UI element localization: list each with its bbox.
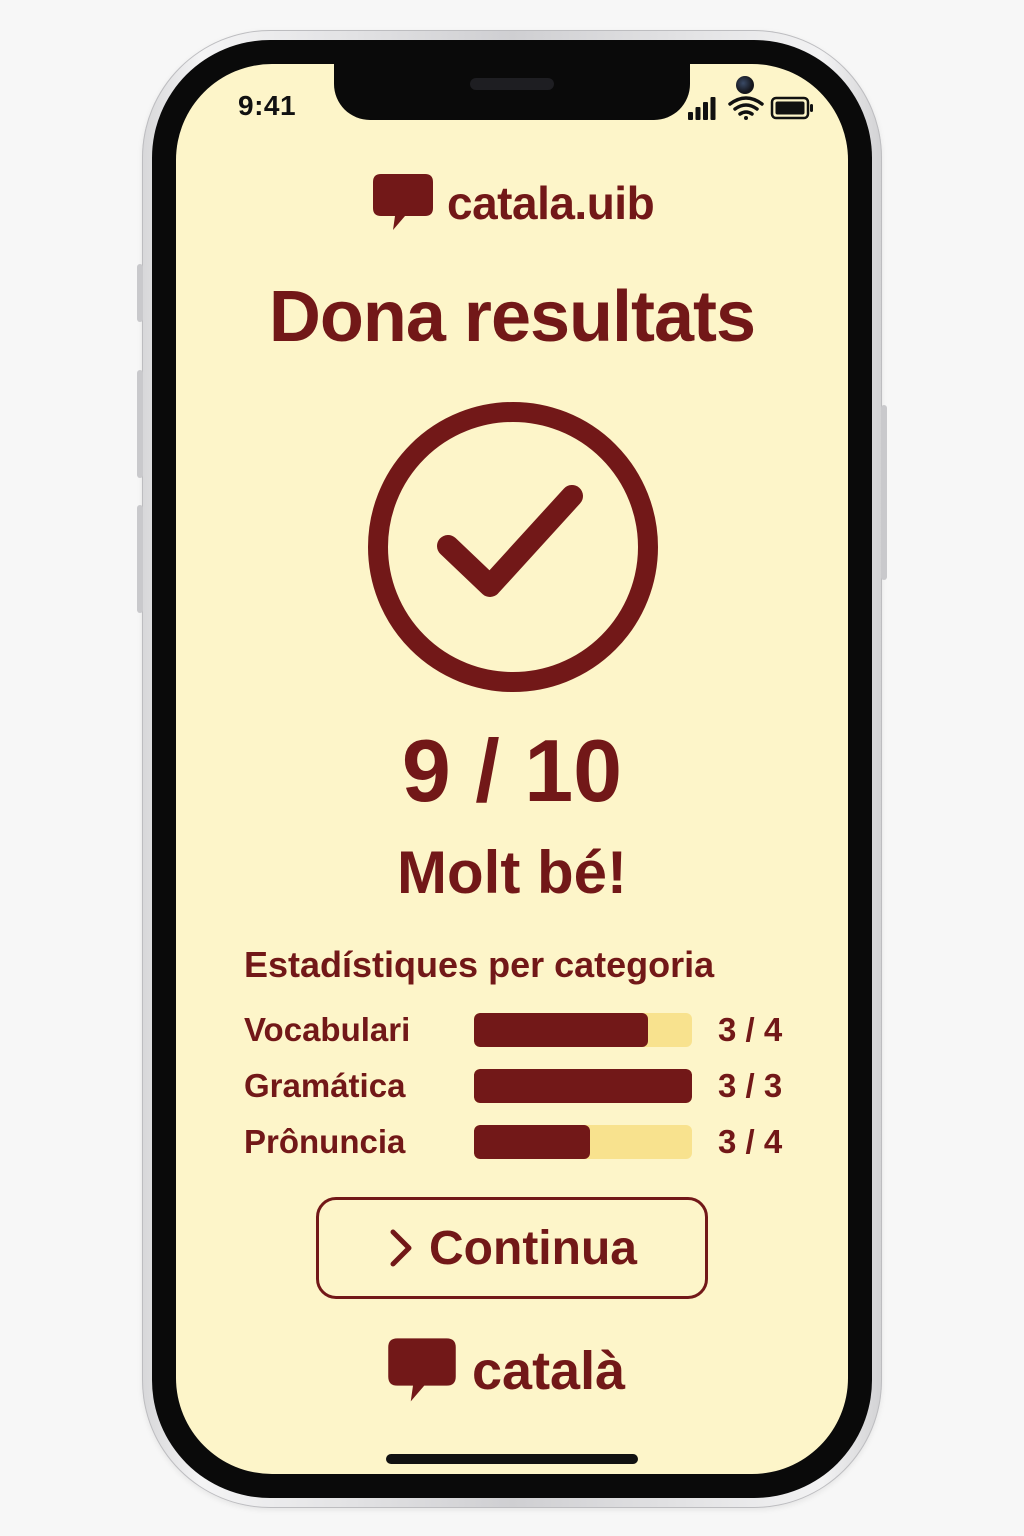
phone-screen: 9:41 catala.uib Dona resultats 9 / 10 Mo… bbox=[176, 64, 848, 1474]
stat-label: Gramática bbox=[244, 1067, 406, 1104]
status-time: 9:41 bbox=[238, 90, 297, 121]
volume-down-button bbox=[137, 505, 143, 613]
stat-row-gramatica: Gramática 3 / 3 bbox=[244, 1066, 804, 1106]
stat-value: 3 / 4 bbox=[718, 1123, 783, 1160]
mute-switch bbox=[137, 264, 143, 322]
signal-icon bbox=[688, 97, 716, 120]
stat-bar-track bbox=[474, 1013, 692, 1047]
stat-row-vocabulari: Vocabulari 3 / 4 bbox=[244, 1010, 804, 1050]
stat-bar-fill bbox=[474, 1069, 692, 1103]
speech-bubble-icon bbox=[388, 1338, 456, 1402]
score: 9 / 10 bbox=[401, 721, 623, 820]
stat-label: Prônuncia bbox=[244, 1123, 406, 1160]
verdict-text: Molt bé! bbox=[397, 839, 627, 906]
volume-up-button bbox=[137, 370, 143, 478]
battery-icon bbox=[770, 96, 813, 120]
stat-bar-track bbox=[474, 1125, 692, 1159]
brand-logo-top: catala.uib bbox=[371, 168, 655, 238]
front-camera bbox=[736, 76, 754, 94]
speaker-grille bbox=[470, 78, 554, 90]
page-title: Dona resultats bbox=[268, 277, 756, 357]
brand-name-bottom: català bbox=[472, 1341, 626, 1401]
brand-logo-bottom: català bbox=[386, 1336, 625, 1406]
continue-button[interactable]: Continua bbox=[316, 1197, 708, 1299]
power-button bbox=[881, 405, 887, 580]
brand-name: catala.uib bbox=[447, 177, 655, 229]
stat-bar-fill bbox=[474, 1125, 590, 1159]
chevron-right-icon bbox=[390, 1229, 412, 1267]
stat-value: 3 / 4 bbox=[718, 1011, 783, 1048]
status-icons bbox=[688, 96, 813, 120]
stat-value: 3 / 3 bbox=[718, 1067, 783, 1104]
notch bbox=[334, 64, 754, 120]
stat-row-pronuncia: Prônuncia 3 / 4 bbox=[244, 1122, 804, 1162]
wifi-icon bbox=[728, 96, 764, 120]
stat-bar-fill bbox=[474, 1013, 649, 1047]
stats-heading: Estadístiques per categoria bbox=[244, 944, 715, 985]
home-indicator[interactable] bbox=[386, 1454, 638, 1464]
stat-bar-track bbox=[474, 1069, 692, 1103]
checkmark-circle-icon bbox=[368, 402, 658, 692]
stat-label: Vocabulari bbox=[244, 1011, 411, 1048]
speech-bubble-icon bbox=[373, 174, 433, 230]
continue-button-label: Continua bbox=[429, 1221, 637, 1275]
